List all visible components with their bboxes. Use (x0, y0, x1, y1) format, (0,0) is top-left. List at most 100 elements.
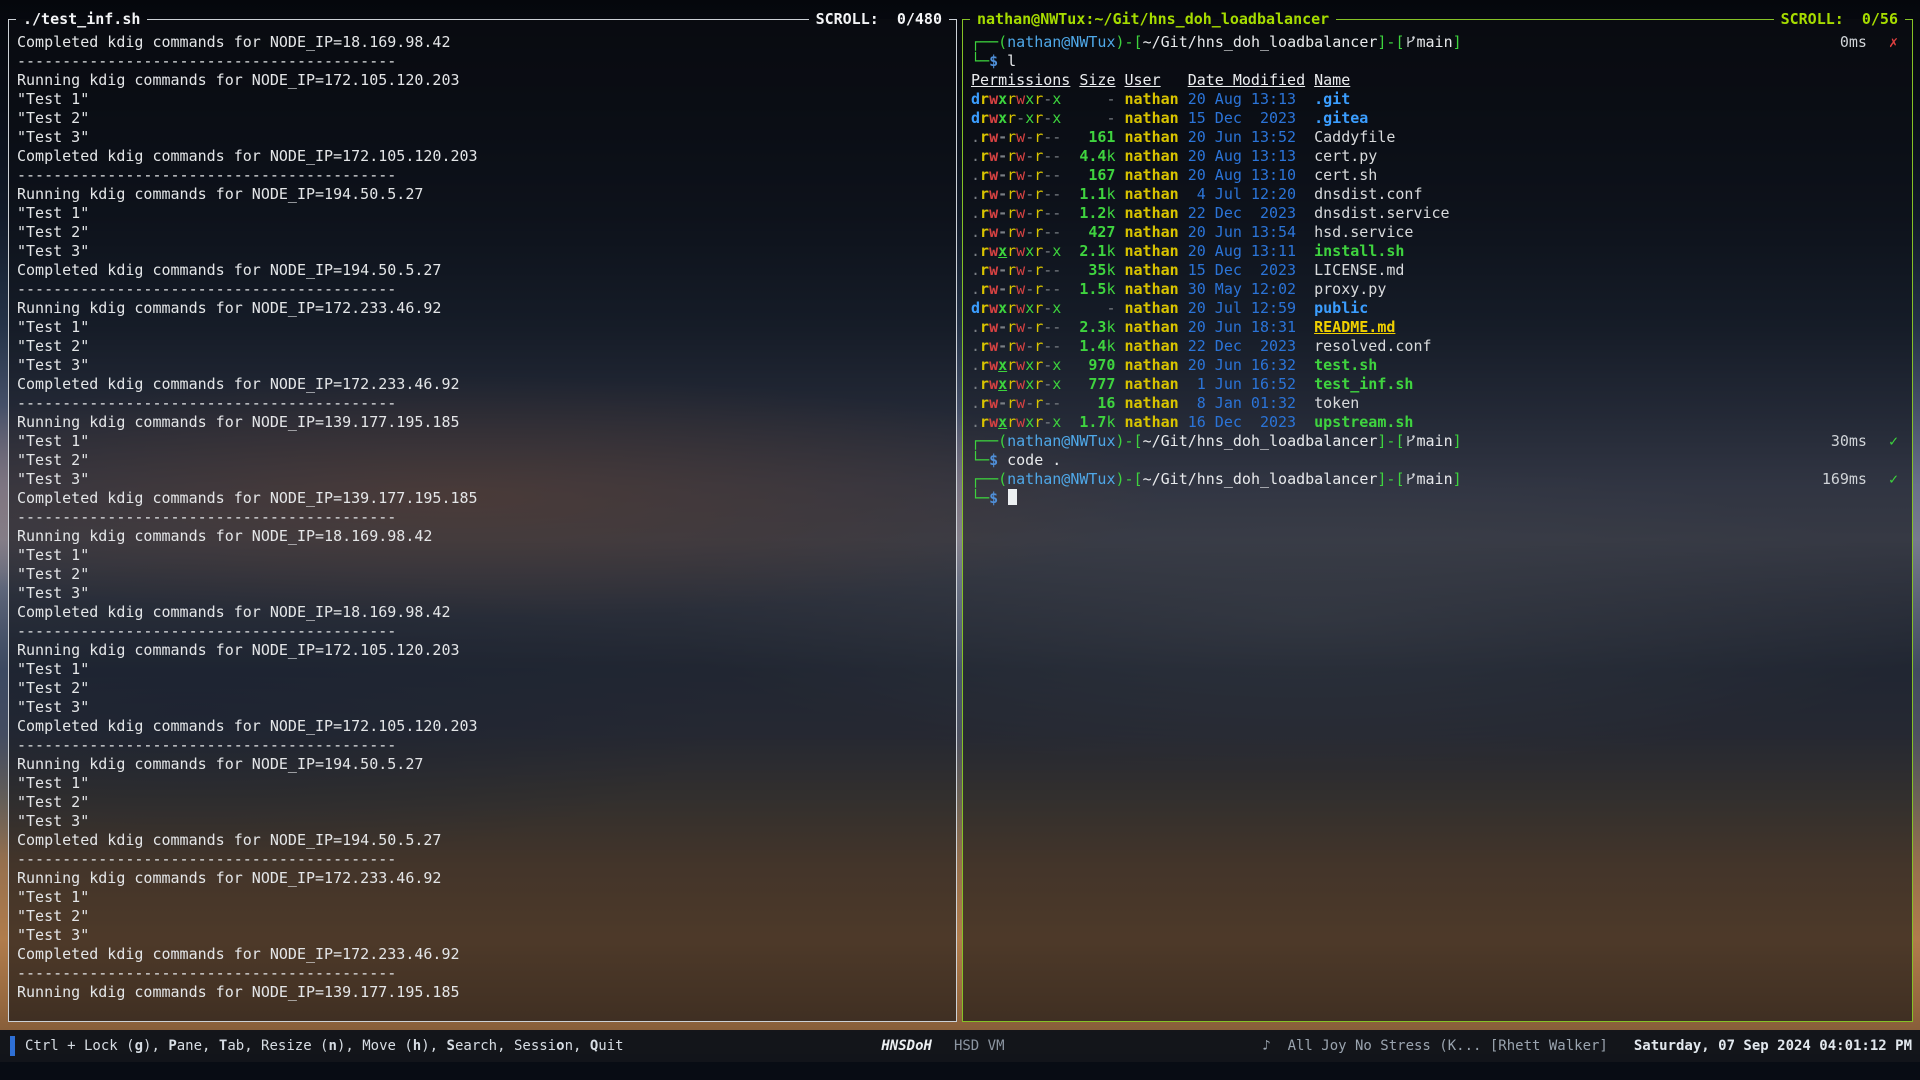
file-size: 4.4k (1079, 147, 1115, 166)
command-status: 0ms✗ (1840, 33, 1898, 52)
session-name[interactable]: HNSDoH (881, 1038, 932, 1054)
prompt-dollar: $ (989, 451, 998, 469)
pane-corner (1905, 19, 1913, 30)
file-row: .rwxrwxr-x 970 nathan 20 Jun 16:32 test.… (971, 356, 1910, 375)
keybind-key: h (413, 1038, 421, 1054)
terminal-line: Completed kdig commands for NODE_IP=139.… (17, 489, 954, 508)
file-user: nathan (1125, 337, 1179, 356)
command-text: l (998, 52, 1016, 70)
file-date: 1 Jun 16:52 (1188, 375, 1305, 394)
file-user: nathan (1125, 261, 1179, 280)
terminal-line: Running kdig commands for NODE_IP=194.50… (17, 755, 954, 774)
file-size: - (1079, 90, 1115, 109)
file-date: 20 Aug 13:13 (1188, 90, 1305, 109)
file-permissions: .rw-rw-r-- (971, 261, 1070, 280)
file-date: 22 Dec 2023 (1188, 204, 1305, 223)
column-header: User (1125, 71, 1179, 90)
file-user: nathan (1125, 223, 1179, 242)
terminal-line: ----------------------------------------… (17, 736, 954, 755)
file-list-header: Permissions Size User Date Modified Name (971, 71, 1910, 90)
file-name: upstream.sh (1314, 413, 1413, 431)
terminal-line: "Test 3" (17, 698, 954, 717)
file-row: .rw-rw-r-- 1.4k nathan 22 Dec 2023 resol… (971, 337, 1910, 356)
file-size: 427 (1079, 223, 1115, 242)
terminal-line: "Test 2" (17, 907, 954, 926)
left-terminal-pane[interactable]: ./test_inf.sh SCROLL: 0/480 Completed kd… (8, 10, 957, 1022)
file-size: 161 (1079, 128, 1115, 147)
prompt-user-host: nathan@NWTux (1007, 470, 1115, 488)
command-line: └─$ l (971, 52, 1910, 71)
file-row: .rw-rw-r-- 427 nathan 20 Jun 13:54 hsd.s… (971, 223, 1910, 242)
now-playing-widget: ♪ All Joy No Stress (K... [Rhett Walker] (1262, 1038, 1608, 1054)
command-status: 169ms✓ (1822, 470, 1898, 489)
command-duration: 0ms (1840, 33, 1867, 51)
right-terminal-pane[interactable]: nathan@NWTux:~/Git/hns_doh_loadbalancer … (962, 10, 1913, 1022)
file-permissions: .rwxrwxr-x (971, 242, 1070, 261)
file-name: README.md (1314, 318, 1395, 336)
file-user: nathan (1125, 90, 1179, 109)
terminal-line: Running kdig commands for NODE_IP=172.10… (17, 71, 954, 90)
pane-border-line (1336, 19, 1773, 20)
terminal-line: "Test 1" (17, 318, 954, 337)
status-bar: Ctrl + Lock (g), Pane, Tab, Resize (n), … (0, 1030, 1920, 1062)
file-name: test_inf.sh (1314, 375, 1413, 393)
file-permissions: .rw-rw-r-- (971, 166, 1070, 185)
file-permissions: .rw-rw-r-- (971, 147, 1070, 166)
file-row: .rw-rw-r-- 16 nathan 8 Jan 01:32 token (971, 394, 1910, 413)
command-line: └─$ code . (971, 451, 1910, 470)
terminal-line: Running kdig commands for NODE_IP=194.50… (17, 185, 954, 204)
file-permissions: .rw-rw-r-- (971, 185, 1070, 204)
file-size: 1.7k (1079, 413, 1115, 432)
terminal-line: ----------------------------------------… (17, 166, 954, 185)
column-header: Size (1079, 71, 1115, 90)
file-size: 970 (1079, 356, 1115, 375)
file-permissions: .rw-rw-r-- (971, 280, 1070, 299)
terminal-line: Completed kdig commands for NODE_IP=172.… (17, 147, 954, 166)
file-permissions: drwxrwxr-x (971, 299, 1070, 318)
left-scroll-indicator: SCROLL: 0/480 (809, 10, 949, 29)
screen-bottom-strip (0, 1062, 1920, 1080)
file-date: 16 Dec 2023 (1188, 413, 1305, 432)
column-header: Permissions (971, 71, 1070, 90)
file-date: 20 Aug 13:10 (1188, 166, 1305, 185)
file-date: 8 Jan 01:32 (1188, 394, 1305, 413)
terminal-line: "Test 3" (17, 926, 954, 945)
terminal-line: Running kdig commands for NODE_IP=18.169… (17, 527, 954, 546)
prompt-dollar: $ (989, 52, 998, 70)
file-size: 1.4k (1079, 337, 1115, 356)
file-date: 30 May 12:02 (1188, 280, 1305, 299)
file-size: 2.1k (1079, 242, 1115, 261)
git-branch-icon (1405, 35, 1416, 49)
file-row: drwxrwxr-x - nathan 20 Jul 12:59 public (971, 299, 1910, 318)
column-header: Date Modified (1188, 71, 1305, 90)
window-name[interactable]: HSD VM (954, 1038, 1005, 1054)
file-size: 35k (1079, 261, 1115, 280)
terminal-line: "Test 2" (17, 793, 954, 812)
file-size: 1.5k (1079, 280, 1115, 299)
terminal-line: ----------------------------------------… (17, 622, 954, 641)
right-scroll-indicator: SCROLL: 0/56 (1774, 10, 1905, 29)
file-name: public (1314, 299, 1368, 317)
file-name: test.sh (1314, 356, 1377, 374)
file-user: nathan (1125, 109, 1179, 128)
file-name: resolved.conf (1314, 337, 1431, 355)
left-pane-border-top: ./test_inf.sh SCROLL: 0/480 (8, 10, 957, 29)
pane-corner (962, 19, 970, 30)
terminal-line: ----------------------------------------… (17, 280, 954, 299)
file-user: nathan (1125, 166, 1179, 185)
file-date: 20 Aug 13:13 (1188, 147, 1305, 166)
file-user: nathan (1125, 147, 1179, 166)
terminal-line: "Test 1" (17, 888, 954, 907)
file-date: 22 Dec 2023 (1188, 337, 1305, 356)
file-size: 16 (1079, 394, 1115, 413)
terminal-line: Completed kdig commands for NODE_IP=194.… (17, 831, 954, 850)
file-row: .rwxrwxr-x 1.7k nathan 16 Dec 2023 upstr… (971, 413, 1910, 432)
prompt-user-host: nathan@NWTux (1007, 33, 1115, 51)
file-user: nathan (1125, 394, 1179, 413)
terminal-line: Completed kdig commands for NODE_IP=172.… (17, 717, 954, 736)
keybind-key: S (447, 1038, 455, 1054)
file-name: hsd.service (1314, 223, 1413, 241)
prompt-line: ┌──(nathan@NWTux)-[~/Git/hns_doh_loadbal… (971, 470, 1910, 489)
file-date: 20 Jun 13:54 (1188, 223, 1305, 242)
file-date: 20 Jun 18:31 (1188, 318, 1305, 337)
